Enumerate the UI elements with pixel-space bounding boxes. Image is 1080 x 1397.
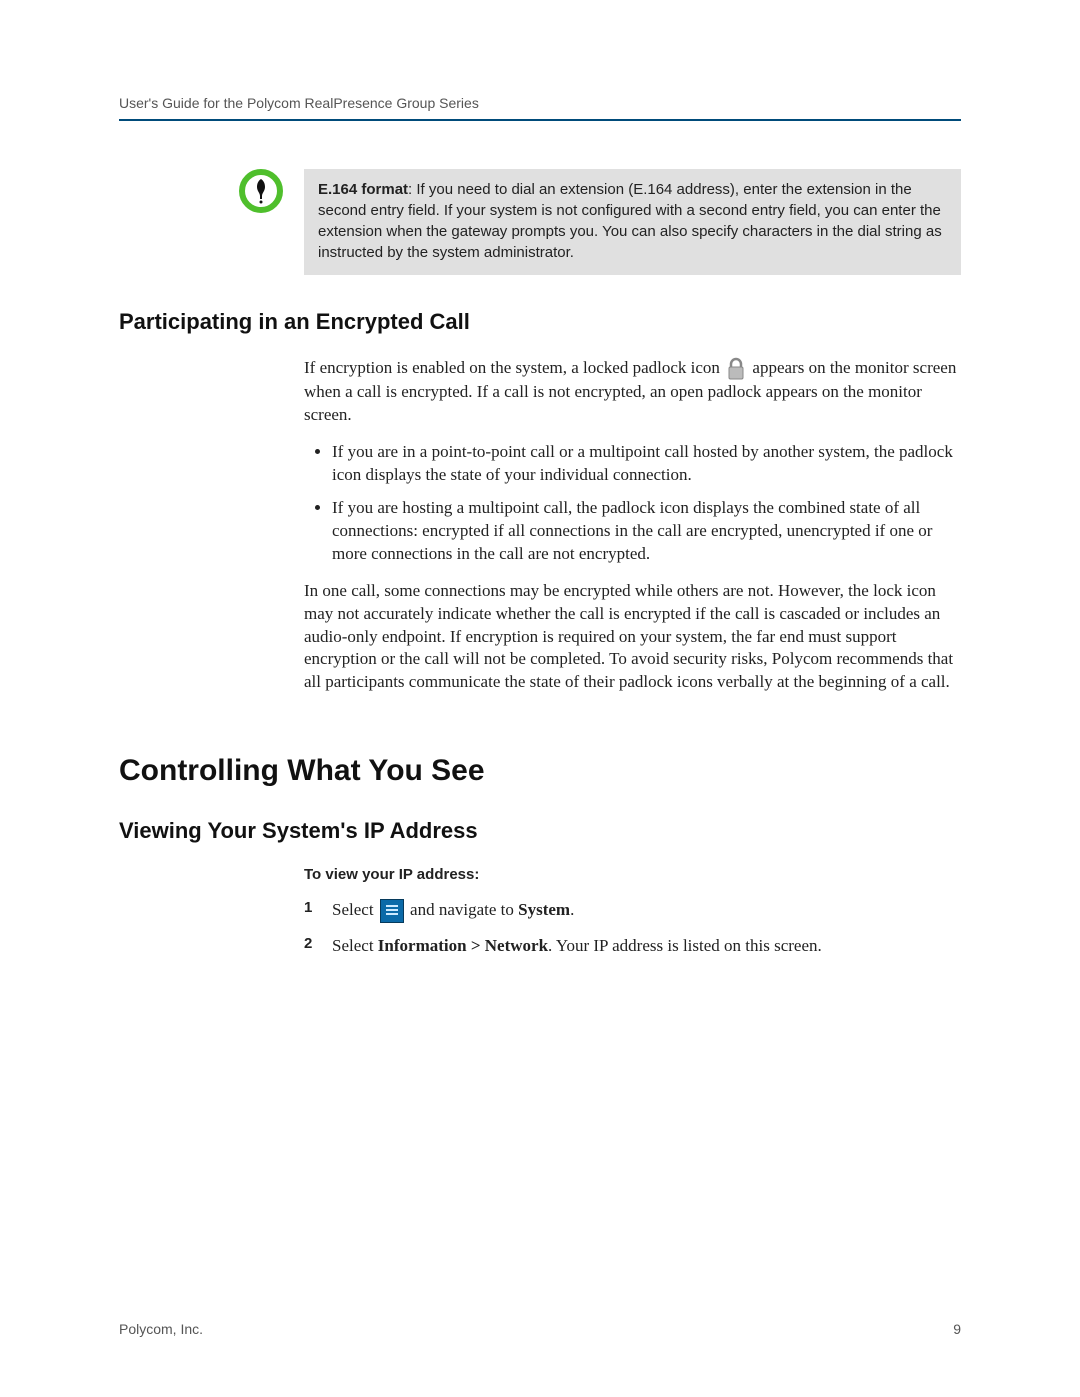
tip-note-row: E.164 format: If you need to dial an ext… [119, 169, 961, 275]
tip-icon [239, 169, 283, 218]
section-heading-ip: Viewing Your System's IP Address [119, 818, 961, 844]
running-header: User's Guide for the Polycom RealPresenc… [119, 95, 961, 121]
footer-company: Polycom, Inc. [119, 1321, 203, 1337]
main-heading: Controlling What You See [119, 754, 961, 788]
step-2: Select Information > Network. Your IP ad… [304, 933, 961, 959]
text-span: Select [332, 900, 378, 919]
text-span: Select [332, 936, 378, 955]
text-span: and navigate to [406, 900, 518, 919]
encrypted-intro: If encryption is enabled on the system, … [304, 357, 961, 427]
note-strong: E.164 format [318, 181, 408, 198]
note-text: : If you need to dial an extension (E.16… [318, 181, 942, 261]
encrypted-bullets: If you are in a point-to-point call or a… [304, 441, 961, 566]
page-footer: Polycom, Inc. 9 [119, 1321, 961, 1337]
padlock-icon [726, 357, 746, 381]
sub-heading-ip: To view your IP address: [304, 866, 961, 883]
section-heading-encrypted-call: Participating in an Encrypted Call [119, 309, 961, 335]
step-1: Select and navigate to System. [304, 897, 961, 923]
list-item: If you are in a point-to-point call or a… [332, 441, 961, 487]
list-item: If you are hosting a multipoint call, th… [332, 497, 961, 566]
menu-icon [380, 899, 404, 923]
footer-pagenum: 9 [953, 1321, 961, 1337]
steps-list: Select and navigate to System. Select In… [304, 897, 961, 959]
tip-note-box: E.164 format: If you need to dial an ext… [304, 169, 961, 275]
text-span: . Your IP address is listed on this scre… [548, 936, 822, 955]
text-span: If encryption is enabled on the system, … [304, 358, 724, 377]
text-bold: Information > Network [378, 936, 548, 955]
encrypted-para2: In one call, some connections may be enc… [304, 580, 961, 695]
text-bold: System [518, 900, 570, 919]
text-span: . [570, 900, 574, 919]
